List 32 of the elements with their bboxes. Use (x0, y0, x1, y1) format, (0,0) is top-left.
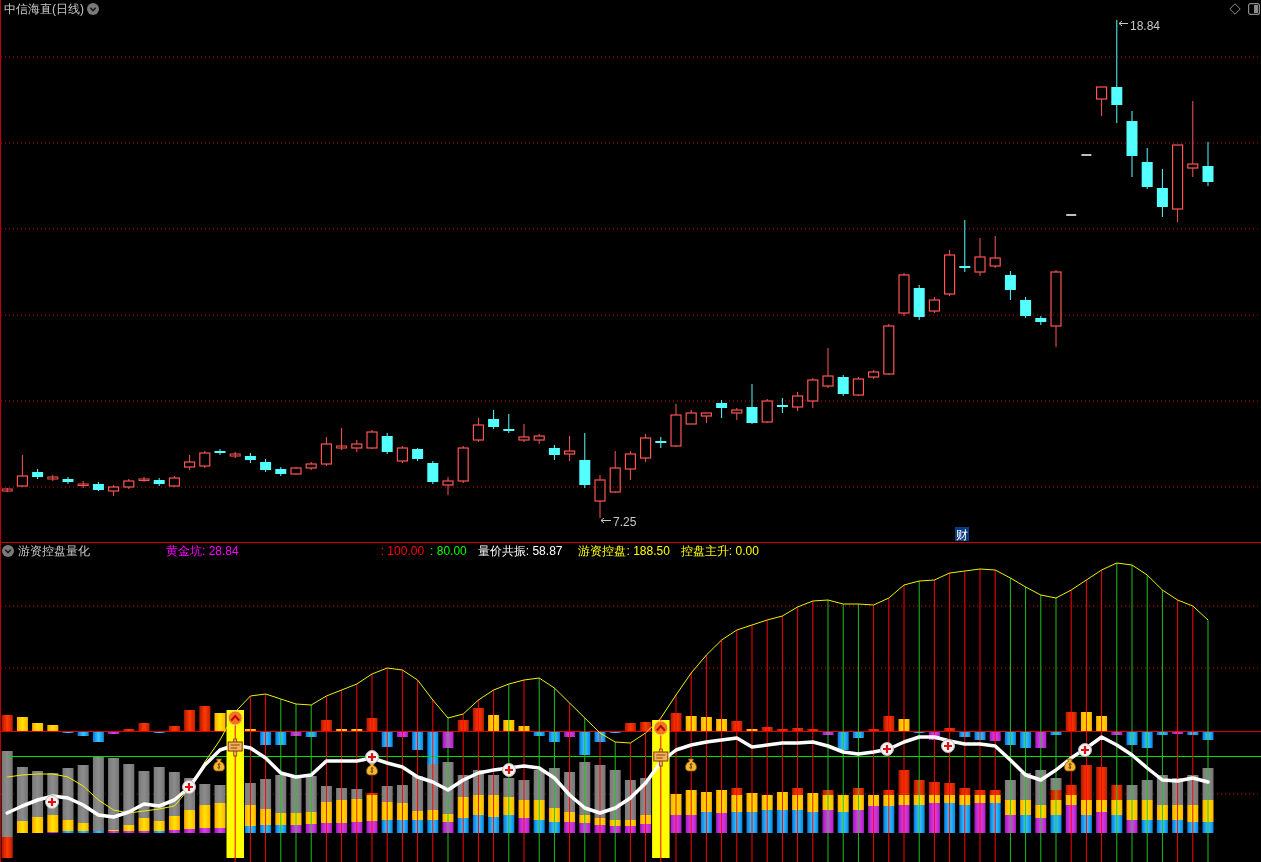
indicator-reading: 量价共振: 58.87 (477, 544, 563, 558)
money-bag-icon (1064, 758, 1076, 772)
dropdown-icon[interactable] (2, 545, 14, 557)
high-price-label: 18.84 (1130, 19, 1161, 33)
indicator-name: 游资控盘量化 (18, 544, 91, 558)
money-bag-icon (366, 762, 378, 776)
window-title: 中信海直(日线) (4, 2, 84, 16)
chevron-up-badge-icon (227, 710, 243, 726)
dropdown-icon[interactable] (87, 3, 99, 15)
indicator-reading: 控盘主升: 0.00 (680, 544, 759, 558)
finance-badge[interactable]: 财 (955, 527, 969, 542)
chevron-up-badge-icon (653, 720, 669, 736)
money-bag-icon (685, 758, 697, 772)
diamond-icon[interactable] (1229, 3, 1241, 15)
plus-circle-icon (941, 739, 955, 753)
indicator-reading: 黄金坑: 28.84 (166, 544, 239, 558)
price-dash-mark (1080, 154, 1093, 156)
indicator-reading: : 100.00 (380, 544, 425, 558)
indicator-reading: 游资控盘: 188.50 (578, 544, 670, 558)
plus-circle-icon (502, 763, 516, 777)
money-bag-icon (213, 758, 225, 772)
leader-arrow (1118, 20, 1129, 27)
low-price-label: 7.25 (613, 514, 637, 529)
leader-arrow (600, 517, 612, 524)
panel-toggle-icon[interactable] (1248, 3, 1260, 15)
plus-circle-icon (1078, 743, 1092, 757)
price-dash-mark (1065, 214, 1077, 216)
plus-circle-icon (880, 742, 894, 756)
indicator-reading: : 80.00 (430, 544, 467, 558)
signboard-icon (227, 738, 243, 757)
plus-circle-icon (365, 750, 379, 764)
signboard-icon (653, 748, 669, 767)
